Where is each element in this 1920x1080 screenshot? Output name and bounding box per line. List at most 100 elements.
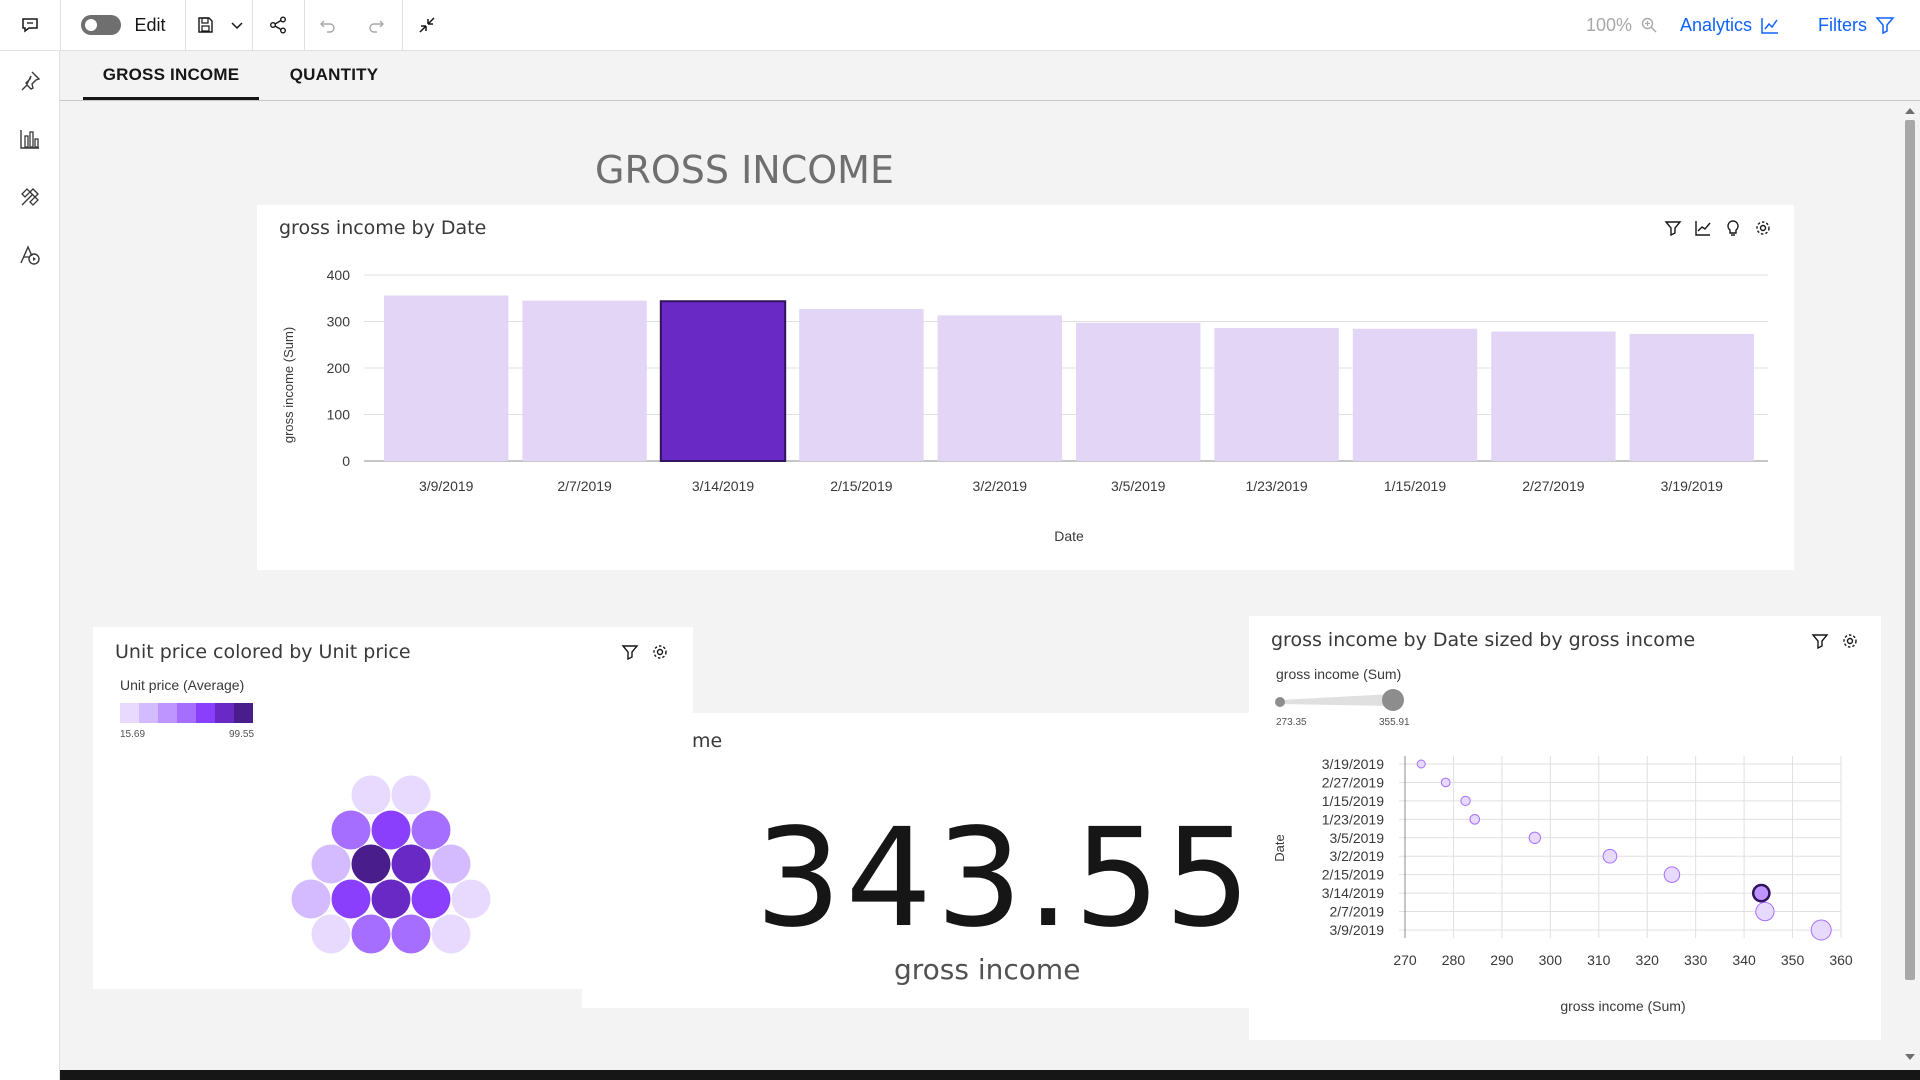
bubble — [311, 914, 351, 954]
assistant-icon[interactable] — [14, 239, 46, 271]
zoom-icon[interactable] — [1636, 0, 1662, 50]
x-tick-label: 350 — [1781, 952, 1805, 968]
y-tick-label: 3/14/2019 — [1322, 885, 1384, 901]
y-tick-label: 2/7/2019 — [1330, 904, 1385, 920]
x-axis-label: gross income (Sum) — [1560, 998, 1685, 1014]
undo-icon[interactable] — [312, 0, 344, 50]
bar-chart: gross income (Sum) Date 0 100 200 300 400 3/9… — [281, 267, 1768, 544]
scatter-card[interactable]: gross income by Date sized by gross inco… — [1249, 616, 1881, 1040]
x-tick-label: 320 — [1636, 952, 1660, 968]
x-tick-label: 3/9/2019 — [419, 478, 474, 494]
analytics-label: Analytics — [1680, 14, 1753, 35]
bubble — [411, 810, 451, 850]
x-tick-label: 330 — [1684, 952, 1708, 968]
bubble — [331, 810, 371, 850]
chevron-down-icon[interactable] — [222, 0, 252, 50]
y-tick-label: 3/5/2019 — [1330, 830, 1385, 846]
bubble — [451, 879, 491, 919]
tab-quantity[interactable]: QUANTITY — [264, 51, 404, 99]
widgets-icon[interactable] — [14, 181, 46, 213]
x-tick-label: 3/2/2019 — [973, 478, 1028, 494]
point — [1663, 866, 1681, 883]
kpi-title-fragment: me — [692, 730, 723, 752]
point — [1469, 814, 1481, 825]
tab-gross-income[interactable]: GROSS INCOME — [83, 51, 259, 100]
x-tick-label: 310 — [1587, 952, 1611, 968]
point — [1416, 759, 1426, 769]
page-title: GROSS INCOME — [595, 148, 894, 192]
y-tick-label: 100 — [327, 407, 351, 423]
scrollbar[interactable] — [1900, 102, 1920, 1070]
top-toolbar: Edit 100% Analytics Filters — [0, 0, 1920, 51]
bubble — [391, 914, 431, 954]
filter-icon — [1875, 17, 1895, 35]
edit-label: Edit — [134, 14, 166, 35]
bubble — [371, 810, 411, 850]
bar — [799, 309, 924, 461]
x-tick-label: 1/23/2019 — [1245, 478, 1307, 494]
analytics-icon — [1761, 18, 1779, 34]
bar — [659, 300, 787, 462]
comment-icon[interactable] — [0, 0, 60, 50]
y-axis-label: gross income (Sum) — [281, 327, 296, 443]
bubble — [311, 844, 351, 884]
bubble — [371, 879, 411, 919]
y-tick-label: 400 — [327, 267, 351, 283]
x-tick-label: 3/19/2019 — [1661, 478, 1723, 494]
y-tick-label: 3/9/2019 — [1330, 922, 1385, 938]
x-tick-label: 360 — [1829, 952, 1853, 968]
point — [1528, 831, 1542, 844]
bubble — [391, 775, 431, 815]
x-tick-label: 290 — [1490, 952, 1514, 968]
bar — [1352, 328, 1478, 461]
left-sidebar — [0, 51, 60, 1080]
bar — [1076, 322, 1201, 461]
visualizations-icon[interactable] — [14, 123, 46, 155]
bubble — [431, 844, 471, 884]
y-tick-label: 2/15/2019 — [1322, 867, 1384, 883]
pin-icon[interactable] — [14, 65, 46, 97]
x-tick-label: 2/7/2019 — [557, 478, 612, 494]
filters-button[interactable]: Filters — [1818, 0, 1913, 50]
bar — [1214, 327, 1339, 461]
x-tick-label: 300 — [1539, 952, 1563, 968]
zoom-level: 100% — [1585, 14, 1632, 35]
y-tick-label: 200 — [327, 360, 351, 376]
bubble — [351, 914, 391, 954]
x-axis-label: Date — [1054, 528, 1084, 544]
x-tick-label: 3/5/2019 — [1111, 478, 1166, 494]
point — [1602, 848, 1618, 864]
save-icon[interactable] — [190, 0, 220, 50]
y-tick-label: 0 — [342, 453, 350, 469]
kpi-label: gross income — [894, 953, 1081, 986]
share-icon[interactable] — [262, 0, 294, 50]
bar-chart-card[interactable]: gross income by Date gross income (Sum) … — [257, 205, 1794, 570]
bar — [1491, 331, 1616, 461]
edit-toggle[interactable] — [78, 0, 123, 50]
bubble — [351, 844, 391, 884]
y-tick-label: 2/27/2019 — [1322, 774, 1384, 790]
y-tick-label: 3/2/2019 — [1330, 848, 1385, 864]
y-tick-label: 1/23/2019 — [1322, 811, 1384, 827]
scatter-chart: Date gross income (Sum) 270 280 290 300 310 3… — [1272, 756, 1853, 1014]
bar — [522, 300, 647, 461]
bar — [1629, 333, 1754, 461]
point — [1751, 883, 1771, 903]
redo-icon[interactable] — [360, 0, 392, 50]
bar — [937, 315, 1062, 461]
kpi-value: 343.55 — [755, 800, 1255, 958]
x-tick-label: 270 — [1393, 952, 1417, 968]
y-tick-label: 3/19/2019 — [1322, 756, 1384, 772]
collapse-icon[interactable] — [410, 0, 444, 50]
bubble — [331, 879, 371, 919]
x-tick-label: 1/15/2019 — [1384, 478, 1446, 494]
tab-bar: GROSS INCOME QUANTITY — [60, 51, 1920, 101]
bubble — [431, 914, 471, 954]
bubble — [351, 775, 391, 815]
analytics-button[interactable]: Analytics — [1680, 0, 1810, 50]
x-tick-label: 3/14/2019 — [692, 478, 754, 494]
filters-label: Filters — [1818, 14, 1867, 35]
y-axis-label: Date — [1272, 834, 1287, 861]
x-tick-label: 2/27/2019 — [1522, 478, 1584, 494]
bar — [384, 295, 509, 461]
